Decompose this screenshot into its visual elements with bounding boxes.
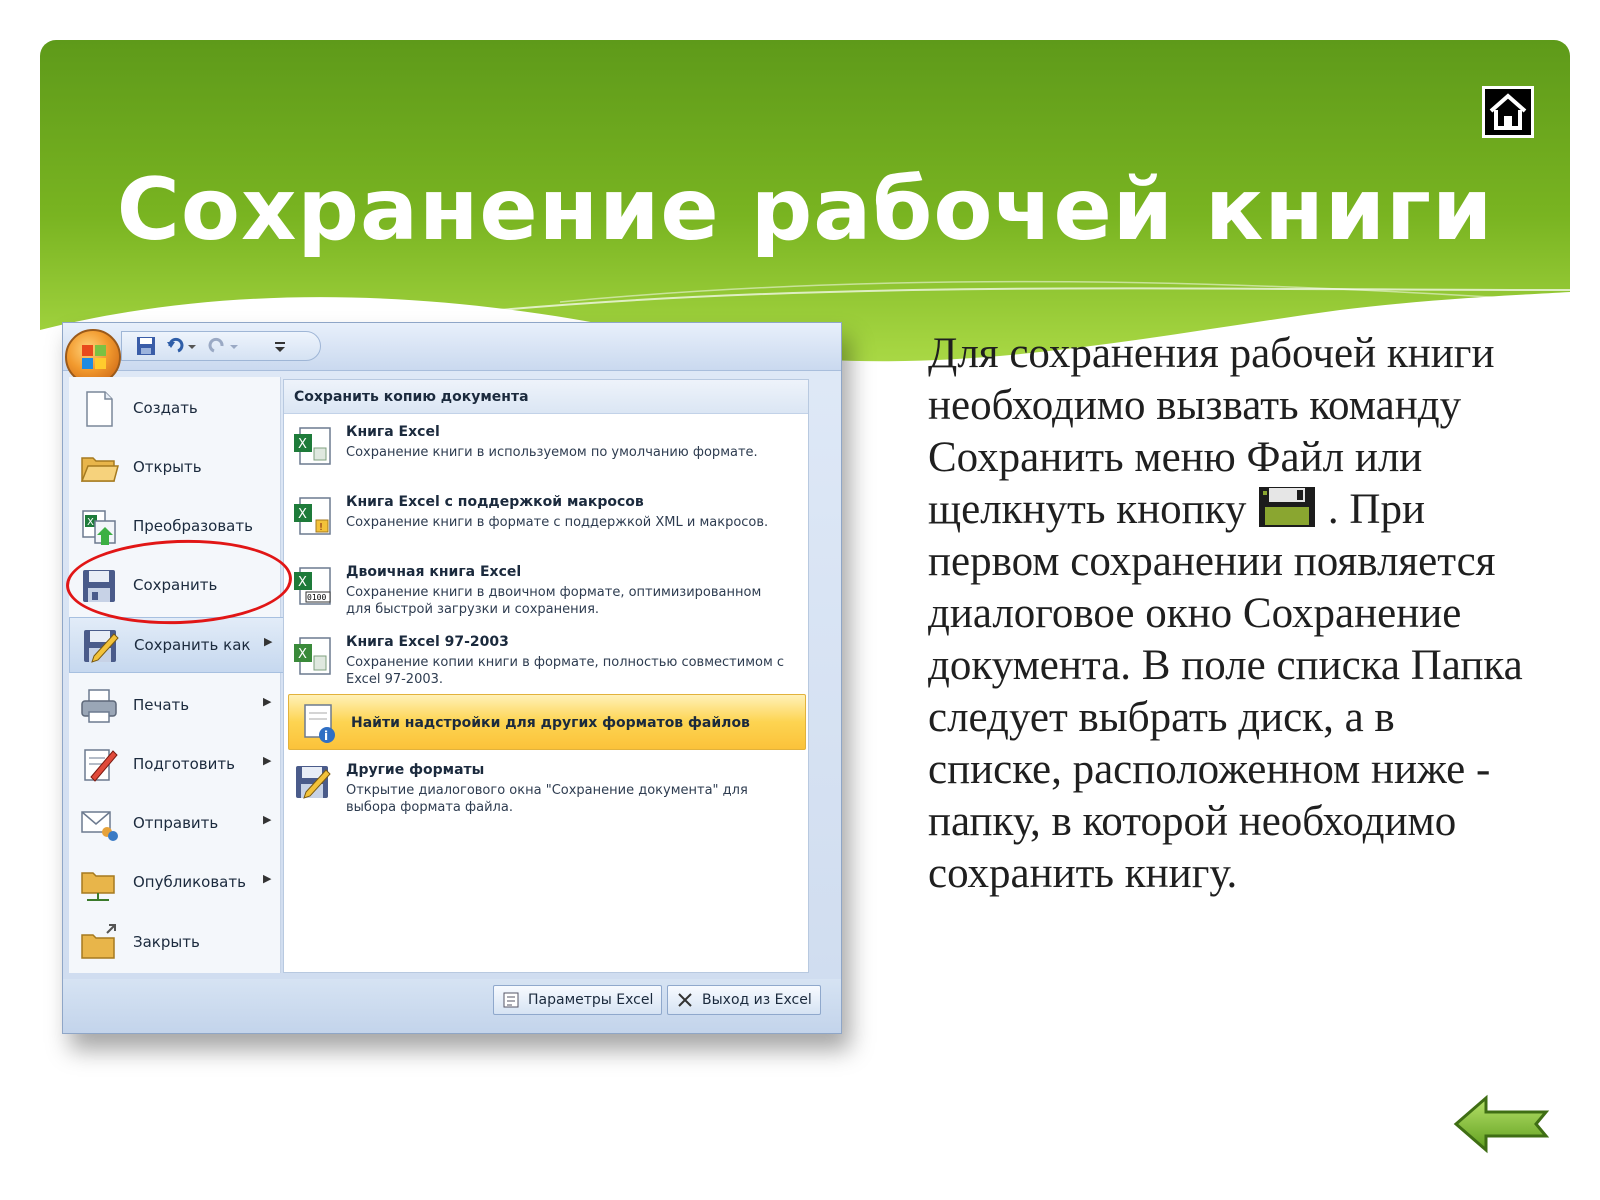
back-arrow-button[interactable] [1452,1094,1552,1154]
qat-undo-button[interactable] [166,336,200,358]
qat-customize-button[interactable] [272,336,288,358]
menu-item-publish[interactable]: Опубликовать ▶ [69,855,281,911]
qat-redo-button[interactable] [208,336,242,358]
printer-icon [81,689,117,723]
undo-icon [167,337,196,353]
menu-item-label: Создать [133,399,198,417]
menu-item-label: Отправить [133,814,219,832]
save-floppy-icon [1259,487,1316,527]
binary-workbook-icon: X0100 [294,567,331,605]
menu-item-label: Опубликовать [133,873,246,891]
slide-title: Сохранение рабочей книги [116,160,1494,260]
office-menu-commands: Создать Открыть X Преобразовать Сохранит… [69,377,285,973]
submenu-item-other-formats[interactable]: Другие форматы Открытие диалогового окна… [284,756,808,822]
new-document-icon [86,391,113,427]
svg-text:X: X [298,507,307,522]
qat-save-button[interactable] [136,336,158,358]
submenu-item-title: Книга Excel [346,424,440,440]
save-icon [137,337,155,355]
send-icon [81,811,118,841]
svg-text:X: X [298,437,307,452]
menu-item-close[interactable]: Закрыть [69,915,281,971]
redo-icon [208,337,238,353]
submenu-item-description: Сохранение копии книги в формате, полнос… [346,655,785,687]
back-arrow-icon [1453,1094,1550,1154]
save-as-submenu: Сохранить копию документа X Книга Excel … [283,379,809,973]
svg-text:X: X [87,517,94,528]
submenu-arrow-icon: ▶ [263,872,272,885]
quick-access-toolbar [63,323,841,385]
submenu-item-excel-97-2003[interactable]: X Книга Excel 97-2003 Сохранение копии к… [284,628,808,694]
submenu-item-title: Книга Excel 97-2003 [346,634,509,650]
exit-excel-button[interactable]: Выход из Excel [667,985,821,1015]
prepare-icon [84,749,118,782]
publish-icon [81,872,115,901]
open-folder-icon [80,457,119,482]
excel-workbook-icon: X [294,427,331,465]
submenu-item-find-addins[interactable]: i Найти надстройки для других форматов ф… [288,694,806,750]
submenu-item-excel-workbook[interactable]: X Книга Excel Сохранение книги в использ… [284,418,808,484]
submenu-item-title: Двоичная книга Excel [346,564,522,580]
home-button[interactable] [1482,86,1534,138]
menu-item-send[interactable]: Отправить ▶ [69,796,281,852]
submenu-header: Сохранить копию документа [284,380,808,414]
menu-item-create[interactable]: Создать [69,381,281,437]
macro-workbook-icon: X! [294,497,331,535]
convert-icon: X [82,510,116,545]
slide-body-text: Для сохранения рабочей книги необходимо … [928,328,1528,900]
submenu-item-description: Сохранение книги в используемом по умолч… [346,445,758,460]
submenu-item-description: Сохранение книги в формате с поддержкой … [346,515,769,530]
options-icon [503,992,519,1008]
menu-footer: Параметры Excel Выход из Excel [63,979,841,1033]
menu-item-open[interactable]: Открыть [69,440,281,496]
exit-excel-label: Выход из Excel [702,992,812,1008]
submenu-item-title: Найти надстройки для других форматов фай… [351,715,750,731]
submenu-arrow-icon: ▶ [264,635,273,648]
submenu-item-description: Открытие диалогового окна "Сохранение до… [346,783,748,815]
menu-item-save-as[interactable]: Сохранить как ▶ [69,617,285,673]
svg-text:X: X [298,647,307,662]
submenu-arrow-icon: ▶ [263,695,272,708]
submenu-arrow-icon: ▶ [263,754,272,767]
close-folder-icon [81,924,116,959]
excel-options-label: Параметры Excel [528,992,654,1008]
menu-item-label: Закрыть [133,933,200,951]
submenu-item-title: Книга Excel с поддержкой макросов [346,494,644,510]
submenu-item-description: Сохранение книги в двоичном формате, опт… [346,585,762,617]
submenu-item-binary-workbook[interactable]: X 0100 Двоичная книга Excel Сохранение кн… [284,558,808,624]
excel-options-button[interactable]: Параметры Excel [493,985,663,1015]
excel-office-menu-window: Создать Открыть X Преобразовать Сохранит… [62,322,842,1034]
find-addins-icon: i [304,704,335,743]
submenu-item-title: Другие форматы [346,762,485,778]
menu-item-label: Подготовить [133,755,235,773]
office-logo-icon [82,345,106,369]
menu-item-print[interactable]: Печать ▶ [69,678,281,734]
menu-item-label: Преобразовать [133,517,253,535]
svg-text:0100: 0100 [307,593,326,602]
chevron-down-icon [275,342,285,352]
submenu-item-macro-workbook[interactable]: X! Книга Excel с поддержкой макросов Сох… [284,488,808,554]
submenu-arrow-icon: ▶ [263,813,272,826]
home-icon [1489,93,1527,130]
svg-text:!: ! [319,522,323,533]
menu-item-label: Открыть [133,458,202,476]
svg-text:X: X [298,575,307,590]
menu-item-prepare[interactable]: Подготовить ▶ [69,737,281,793]
menu-item-label: Печать [133,696,190,714]
quick-access-strip [121,331,321,361]
body-text-part2: . При первом сохранении появляется диало… [928,486,1523,897]
other-formats-icon [296,766,331,799]
excel-97-2003-icon: X [294,637,331,675]
save-as-icon [84,630,119,663]
close-icon [678,993,692,1007]
menu-item-label: Сохранить как [134,636,251,654]
svg-text:i: i [324,729,328,743]
